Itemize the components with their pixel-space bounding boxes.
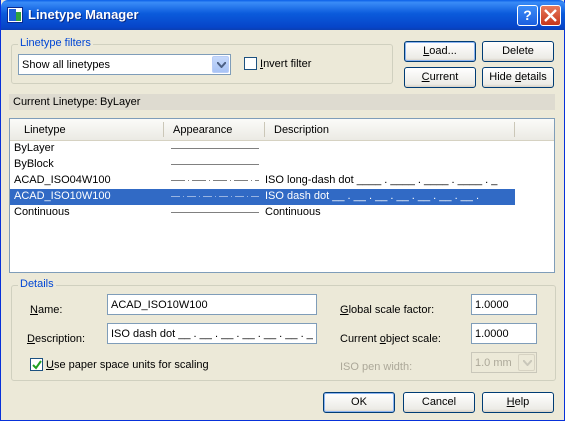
appearance-preview <box>171 180 259 181</box>
column-header-description[interactable]: Description <box>274 124 329 136</box>
linetype-description: ISO long-dash dot ____ . ____ . ____ . _… <box>265 174 498 186</box>
current-linetype-label: Current Linetype: <box>13 96 98 108</box>
appearance-preview <box>171 212 259 213</box>
list-header: Linetype Appearance Description <box>10 119 554 141</box>
linetype-name: ByBlock <box>14 158 54 170</box>
invert-filter-checkbox[interactable] <box>244 57 257 70</box>
details-group-label: Details <box>18 278 56 290</box>
current-linetype-bar: Current Linetype: ByLayer <box>9 94 555 110</box>
window-title: Linetype Manager <box>28 7 139 22</box>
current-button[interactable]: Current <box>404 67 476 88</box>
chevron-down-icon[interactable] <box>518 354 535 371</box>
current-linetype-value: ByLayer <box>100 96 141 108</box>
appearance-preview <box>171 164 259 165</box>
close-button[interactable] <box>540 5 561 26</box>
linetype-description: ISO dash dot __ . __ . __ . __ . __ . __… <box>265 190 480 202</box>
current-object-scale-field[interactable]: 1.0000 <box>471 323 537 344</box>
linetype-name: ByLayer <box>14 142 55 154</box>
name-field[interactable]: ACAD_ISO10W100 <box>107 294 317 315</box>
title-bar[interactable]: Linetype Manager ? <box>1 0 565 30</box>
load-button[interactable]: Load... <box>404 41 476 62</box>
list-item[interactable]: ACAD_ISO04W100 ISO long-dash dot ____ . … <box>10 173 515 189</box>
global-scale-factor-label: Global scale factor: <box>340 304 435 316</box>
help-title-button[interactable]: ? <box>517 5 538 26</box>
delete-button[interactable]: Delete <box>482 41 554 62</box>
hide-details-button[interactable]: Hide details <box>482 67 554 88</box>
linetype-name: ACAD_ISO10W100 <box>14 190 111 202</box>
list-item[interactable]: ByLayer <box>10 141 515 157</box>
linetype-name: ACAD_ISO04W100 <box>14 174 111 186</box>
iso-pen-width-label: ISO pen width: <box>340 361 413 373</box>
column-header-appearance[interactable]: Appearance <box>173 124 232 136</box>
help-button[interactable]: Help <box>482 392 554 413</box>
list-item[interactable]: Continuous Continuous <box>10 205 515 221</box>
invert-filter-label[interactable]: Invert filter <box>260 58 311 70</box>
linetype-filter-select[interactable]: Show all linetypes <box>18 54 231 75</box>
linetype-list[interactable]: Linetype Appearance Description ByLayer … <box>9 118 555 273</box>
filter-selected-value: Show all linetypes <box>22 59 111 71</box>
linetype-name: Continuous <box>14 206 70 218</box>
close-icon <box>544 9 557 22</box>
iso-pen-width-select[interactable]: 1.0 mm <box>471 352 537 373</box>
current-object-scale-label: Current object scale: <box>340 333 441 345</box>
linetype-manager-dialog: Linetype Manager ? Linetype filters Show… <box>0 0 565 421</box>
checkmark-icon <box>32 360 42 370</box>
app-icon <box>7 7 23 23</box>
name-label: Name: <box>30 304 63 316</box>
description-field[interactable]: ISO dash dot __ . __ . __ . __ . __ . __… <box>107 323 317 344</box>
filters-group-label: Linetype filters <box>18 37 93 49</box>
appearance-preview <box>171 148 259 149</box>
ok-button[interactable]: OK <box>323 392 395 413</box>
global-scale-factor-field[interactable]: 1.0000 <box>471 294 537 315</box>
linetype-description: Continuous <box>265 206 321 218</box>
paper-space-units-checkbox[interactable] <box>30 358 43 371</box>
list-item[interactable]: ByBlock <box>10 157 515 173</box>
cancel-button[interactable]: Cancel <box>403 392 475 413</box>
column-header-linetype[interactable]: Linetype <box>24 124 66 136</box>
appearance-preview <box>171 196 259 197</box>
list-item-selected[interactable]: ACAD_ISO10W100 ISO dash dot __ . __ . __… <box>10 189 515 205</box>
paper-space-units-label[interactable]: Use paper space units for scaling <box>46 359 209 371</box>
description-label: Description: <box>27 333 86 345</box>
chevron-down-icon[interactable] <box>212 56 229 73</box>
